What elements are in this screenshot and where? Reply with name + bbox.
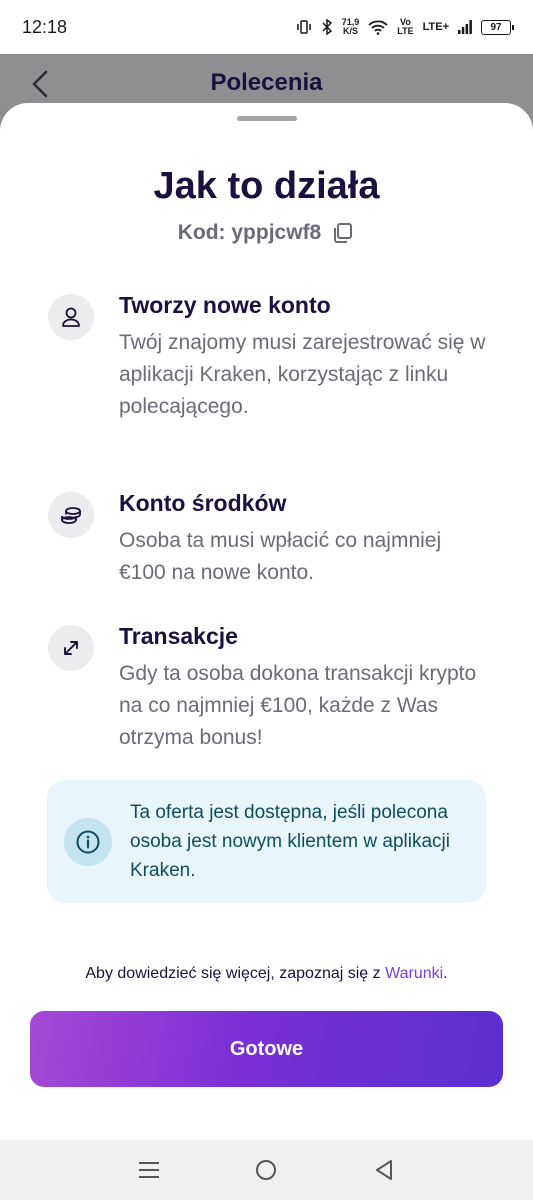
home-button[interactable] xyxy=(246,1150,286,1190)
step-icon-circle xyxy=(48,625,94,671)
status-icons: 71,9 K/S Vo LTE LTE+ 97 xyxy=(296,18,514,36)
status-bar: 12:18 71,9 K/S Vo LTE LTE+ 97 xyxy=(0,0,533,54)
signal-icon xyxy=(458,20,472,34)
back-triangle-icon xyxy=(376,1160,393,1180)
info-text: Ta oferta jest dostępna, jeśli polecona … xyxy=(130,802,450,881)
volte-bottom: LTE xyxy=(397,26,414,36)
network-speed: 71,9 K/S xyxy=(342,18,360,36)
speed-unit: K/S xyxy=(342,26,358,36)
done-button[interactable]: Gotowe xyxy=(30,1011,503,1087)
referral-code: Kod: yppjcwf8 xyxy=(177,221,322,244)
volte-indicator: Vo LTE xyxy=(397,18,413,36)
vibrate-icon xyxy=(296,20,311,34)
terms-suffix: . xyxy=(443,965,448,982)
sheet-grabber[interactable] xyxy=(237,116,297,121)
wifi-icon xyxy=(368,20,388,35)
info-icon-circle xyxy=(64,818,112,866)
person-icon xyxy=(62,307,80,327)
bluetooth-icon xyxy=(322,19,332,35)
info-notice: Ta oferta jest dostępna, jeśli polecona … xyxy=(47,780,486,903)
sheet-title: Jak to działa xyxy=(153,165,380,207)
home-circle-icon xyxy=(256,1160,277,1180)
step-heading: Konto środków xyxy=(119,490,287,516)
system-nav-bar xyxy=(0,1140,533,1200)
info-icon xyxy=(76,830,100,854)
terms-link[interactable]: Warunki xyxy=(385,965,443,982)
back-button[interactable] xyxy=(364,1150,404,1190)
coins-icon xyxy=(61,507,81,524)
arrows-icon xyxy=(64,641,78,655)
terms-prefix: Aby dowiedzieć się więcej, zapoznaj się … xyxy=(85,965,386,982)
step-icon-circle xyxy=(48,492,94,538)
step-heading: Tworzy nowe konto xyxy=(119,292,331,318)
step-body: Gdy ta osoba dokona transakcji krypto na… xyxy=(119,662,477,749)
battery-level: 97 xyxy=(490,21,502,33)
bottom-sheet: Jak to działa Kod: yppjcwf8 Tworzy nowe … xyxy=(0,103,533,1140)
referral-code-row: Kod: yppjcwf8 xyxy=(0,221,533,245)
page-title: Polecenia xyxy=(210,69,323,96)
menu-icon xyxy=(138,1162,159,1178)
step-icon-circle xyxy=(48,294,94,340)
back-arrow-icon[interactable] xyxy=(30,70,52,98)
network-type: LTE+ xyxy=(422,21,449,33)
step-body: Osoba ta musi wpłacić co najmniej €100 n… xyxy=(119,529,442,584)
terms-line: Aby dowiedzieć się więcej, zapoznaj się … xyxy=(0,965,533,983)
step-body: Twój znajomy musi zarejestrować się w ap… xyxy=(119,331,486,418)
recent-apps-button[interactable] xyxy=(129,1150,169,1190)
battery-icon: 97 xyxy=(481,19,514,35)
copy-icon[interactable] xyxy=(331,221,355,245)
step-heading: Transakcje xyxy=(119,623,238,649)
status-time: 12:18 xyxy=(22,16,68,37)
